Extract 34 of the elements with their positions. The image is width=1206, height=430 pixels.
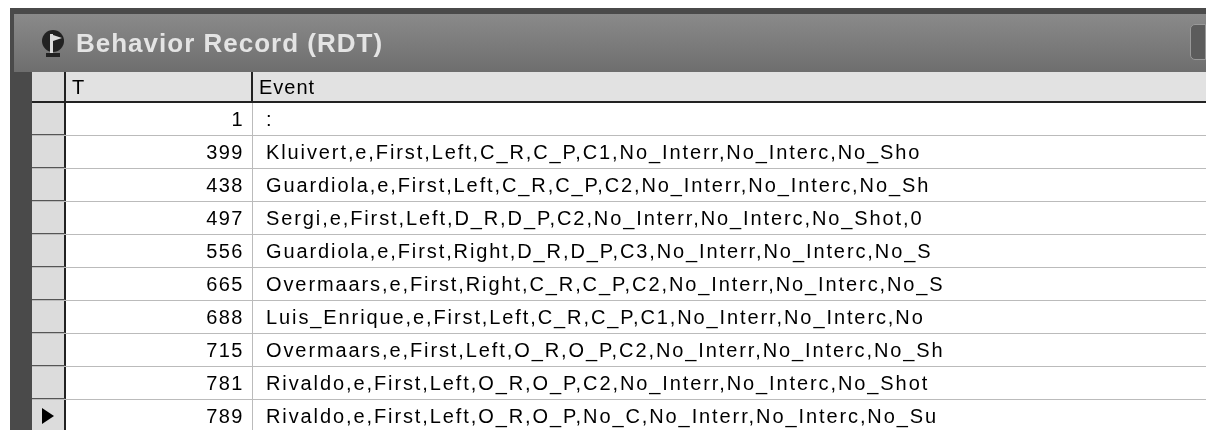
table-cell-text: : (265, 107, 275, 132)
table-cell: 789 (66, 400, 253, 430)
row-header[interactable] (32, 235, 66, 267)
table-cell-text: Guardiola,e,First,Left,C_R,C_P,C2,No_Interr,No_Interc,No_Sh (265, 173, 932, 199)
table-cell: 399 (66, 136, 253, 168)
table-cell-text: Kluivert,e,First,Left,C_R,C_P,C1,No_Interr,No_Interc,No_Sho (265, 140, 923, 166)
row-header[interactable] (32, 136, 66, 168)
table-cell: 497 (66, 202, 253, 234)
table-cell-text: Overmaars,e,First,Left,O_R,O_P,C2,No_Interr,No_Interc,No_Sh (265, 338, 946, 364)
table-cell-text: Guardiola,e,First,Right,D_R,D_P,C3,No_Interr,No_Interc,No_S (265, 239, 934, 265)
row-header[interactable] (32, 103, 66, 135)
table-cell-text: Rivaldo,e,First,Left,O_R,O_P,C2,No_Interr,No_Interc,No_Shot (265, 371, 931, 397)
table-cell: 781 (66, 367, 253, 399)
window-title: Behavior Record (RDT) (76, 26, 384, 60)
table-cell: 688 (66, 301, 253, 333)
table-cell-text: Sergi,e,First,Left,D_R,D_P,C2,No_Interr,No_Interc,No_Shot,0 (265, 206, 925, 232)
row-header[interactable] (32, 334, 66, 366)
current-row-icon (41, 406, 55, 425)
row-header[interactable] (32, 169, 66, 201)
row-header[interactable] (32, 202, 66, 234)
row-header[interactable] (32, 268, 66, 300)
table-cell: 715 (66, 334, 253, 366)
table-cell-text: Overmaars,e,First,Right,C_R,C_P,C2,No_Interr,No_Interc,No_S (265, 272, 946, 298)
table-cell: 665 (66, 268, 253, 300)
row-header[interactable] (32, 400, 66, 430)
table-cell: 1 (66, 103, 253, 135)
row-header[interactable] (32, 301, 66, 333)
table-cell: 556 (66, 235, 253, 267)
table-cell-text: Luis_Enrique,e,First,Left,C_R,C_P,C1,No_Interr,No_Interc,No (265, 305, 926, 331)
column-header[interactable]: Event (253, 72, 1206, 101)
column-header[interactable]: T (66, 72, 253, 101)
row-header[interactable] (32, 367, 66, 399)
table-cell-text: Rivaldo,e,First,Left,O_R,O_P,No_C,No_Interr,No_Interc,No_Su (265, 404, 939, 430)
table-cell: 438 (66, 169, 253, 201)
